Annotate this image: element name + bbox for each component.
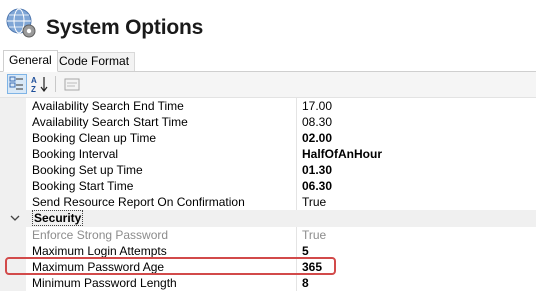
property-row[interactable]: Send Resource Report On Confirmation Tru… xyxy=(0,194,536,210)
alphabetical-sort-icon: A Z xyxy=(31,76,48,94)
property-row[interactable]: Minimum Password Length 8 xyxy=(0,275,536,291)
alphabetical-button[interactable]: A Z xyxy=(30,74,50,94)
property-name: Booking Clean up Time xyxy=(32,131,157,145)
property-row-maximum-password-age[interactable]: Maximum Password Age 365 xyxy=(0,259,536,275)
property-row[interactable]: Maximum Login Attempts 5 xyxy=(0,243,536,259)
tab-strip: General Code Format xyxy=(0,50,536,72)
property-name: Booking Start Time xyxy=(32,179,134,193)
property-row[interactable]: Booking Interval HalfOfAnHour xyxy=(0,146,536,162)
property-pages-button[interactable] xyxy=(62,74,82,94)
property-value[interactable]: 5 xyxy=(302,243,309,259)
window-title: System Options xyxy=(46,16,204,39)
toolbar-separator xyxy=(55,76,56,92)
property-value[interactable]: 8 xyxy=(302,275,309,291)
tab-code-format[interactable]: Code Format xyxy=(53,52,136,71)
property-row[interactable]: Enforce Strong Password True xyxy=(0,227,536,243)
chevron-down-icon[interactable] xyxy=(10,213,20,223)
header: System Options xyxy=(0,0,536,50)
property-name: Maximum Password Age xyxy=(32,260,165,274)
category-row-security[interactable]: Security xyxy=(0,210,536,227)
property-row[interactable]: Booking Clean up Time 02.00 xyxy=(0,130,536,146)
property-name: Enforce Strong Password xyxy=(32,228,169,242)
property-grid-toolbar: A Z xyxy=(0,72,536,98)
property-value[interactable]: True xyxy=(302,194,326,210)
property-name: Minimum Password Length xyxy=(32,276,177,290)
property-value[interactable]: 02.00 xyxy=(302,130,332,146)
property-name: Availability Search Start Time xyxy=(32,115,188,129)
svg-text:A: A xyxy=(31,76,37,85)
property-name: Send Resource Report On Confirmation xyxy=(32,195,245,209)
property-value[interactable]: 365 xyxy=(302,259,322,275)
property-name: Availability Search End Time xyxy=(32,99,184,113)
category-label: Security xyxy=(32,210,84,226)
svg-text:Z: Z xyxy=(31,85,36,94)
property-value[interactable]: 17.00 xyxy=(302,98,332,114)
property-value[interactable]: 08.30 xyxy=(302,114,332,130)
property-value[interactable]: 06.30 xyxy=(302,178,332,194)
property-name: Maximum Login Attempts xyxy=(32,244,167,258)
property-name: Booking Set up Time xyxy=(32,163,143,177)
property-pages-icon xyxy=(64,78,80,91)
categorized-button[interactable] xyxy=(7,74,27,94)
property-row[interactable]: Booking Set up Time 01.30 xyxy=(0,162,536,178)
property-name: Booking Interval xyxy=(32,147,119,161)
property-value[interactable]: HalfOfAnHour xyxy=(302,146,382,162)
property-value[interactable]: True xyxy=(302,227,326,243)
categorized-icon xyxy=(9,76,23,90)
property-row[interactable]: Availability Search End Time 17.00 xyxy=(0,98,536,114)
property-row[interactable]: Booking Start Time 06.30 xyxy=(0,178,536,194)
tab-general[interactable]: General xyxy=(3,50,58,72)
property-value[interactable]: 01.30 xyxy=(302,162,332,178)
globe-gear-icon xyxy=(6,8,36,38)
property-row[interactable]: Availability Search Start Time 08.30 xyxy=(0,114,536,130)
property-grid: Availability Search End Time 17.00 Avail… xyxy=(0,98,536,291)
